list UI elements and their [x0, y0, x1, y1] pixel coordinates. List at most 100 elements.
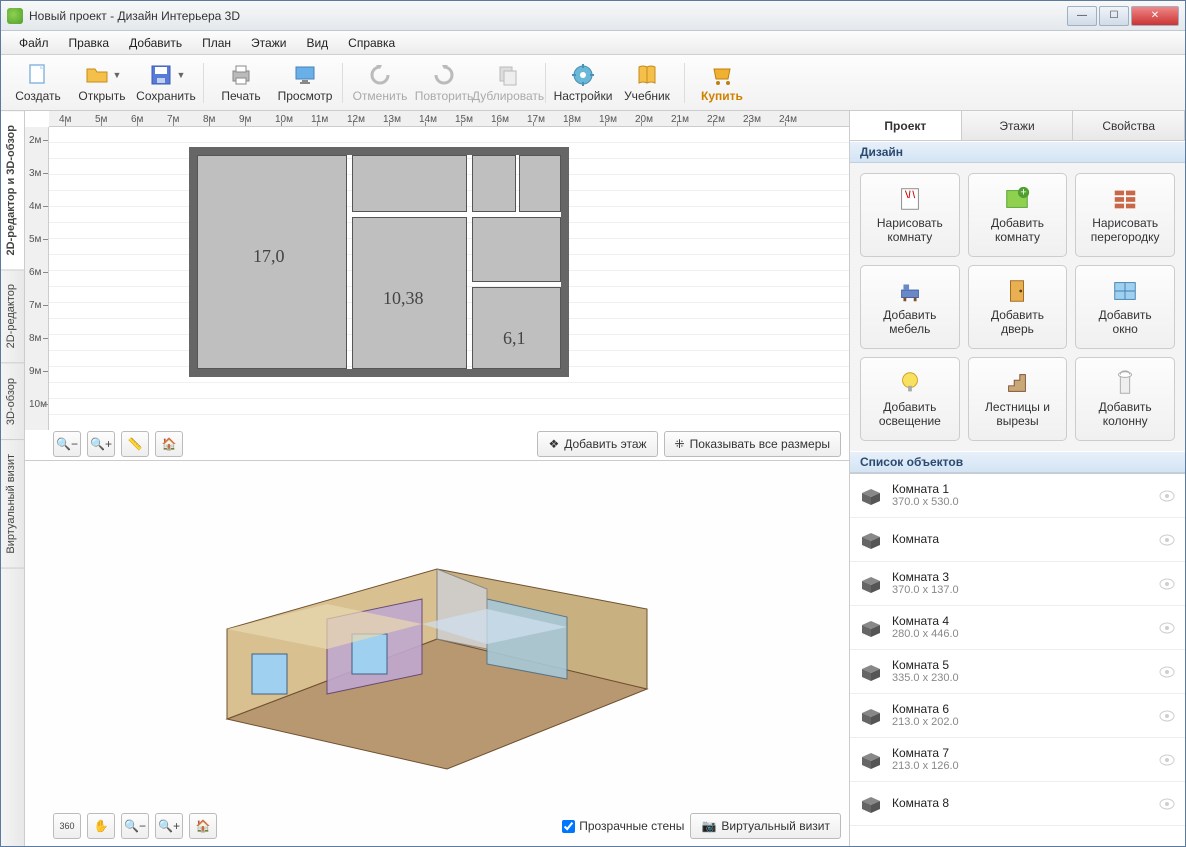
object-row[interactable]: Комната — [850, 518, 1185, 562]
object-list[interactable]: Комната 1370.0 x 530.0КомнатаКомната 337… — [850, 473, 1185, 846]
open-button[interactable]: ▼ Открыть — [71, 58, 133, 108]
vtab-virtual[interactable]: Виртуальный визит — [1, 440, 24, 569]
room-3[interactable]: 6,1 — [472, 287, 561, 369]
menubar: Файл Правка Добавить План Этажи Вид Спра… — [1, 31, 1185, 55]
visibility-icon[interactable] — [1159, 534, 1175, 546]
design-button-6[interactable]: Добавитьосвещение — [860, 357, 960, 441]
minimize-button[interactable]: — — [1067, 6, 1097, 26]
panel-tabs: Проект Этажи Свойства — [850, 111, 1185, 141]
pane-2d[interactable]: 4м5м6м7м8м9м10м11м12м13м14м15м16м17м18м1… — [25, 111, 849, 461]
design-icon — [1002, 277, 1032, 305]
design-button-0[interactable]: Нарисоватькомнату — [860, 173, 960, 257]
wall[interactable] — [189, 369, 569, 377]
small-room-c[interactable] — [472, 217, 561, 282]
wall[interactable] — [561, 147, 569, 377]
undo-button[interactable]: Отменить — [349, 58, 411, 108]
menu-floors[interactable]: Этажи — [241, 33, 296, 53]
small-room-b[interactable] — [519, 155, 561, 212]
toolbar-2d: 🔍− 🔍+ 📏 🏠 ❖ Добавить этаж ⁜ Показывать в… — [49, 430, 845, 458]
design-button-3[interactable]: Добавитьмебель — [860, 265, 960, 349]
new-file-icon — [24, 63, 52, 87]
object-row[interactable]: Комната 4280.0 x 446.0 — [850, 606, 1185, 650]
floor-plan: 17,0 10,38 6,1 — [189, 147, 569, 377]
virtual-visit-button[interactable]: 📷 Виртуальный визит — [690, 813, 841, 839]
center-area: 4м5м6м7м8м9м10м11м12м13м14м15м16м17м18м1… — [25, 111, 849, 846]
tutorial-button[interactable]: Учебник — [616, 58, 678, 108]
room-2[interactable]: 10,38 — [352, 217, 467, 369]
design-button-4[interactable]: Добавитьдверь — [968, 265, 1068, 349]
menu-help[interactable]: Справка — [338, 33, 405, 53]
zoom-out-button[interactable]: 🔍− — [53, 431, 81, 457]
maximize-button[interactable]: ☐ — [1099, 6, 1129, 26]
show-dimensions-button[interactable]: ⁜ Показывать все размеры — [664, 431, 841, 457]
rotate-360-button[interactable]: 360 — [53, 813, 81, 839]
print-button[interactable]: Печать — [210, 58, 272, 108]
visibility-icon[interactable] — [1159, 798, 1175, 810]
visibility-icon[interactable] — [1159, 666, 1175, 678]
window-title: Новый проект - Дизайн Интерьера 3D — [29, 9, 1067, 23]
design-icon — [1002, 369, 1032, 397]
preview-button[interactable]: Просмотр — [274, 58, 336, 108]
menu-view[interactable]: Вид — [296, 33, 338, 53]
vtab-2d-3d[interactable]: 2D-редактор и 3D-обзор — [1, 111, 24, 270]
duplicate-button[interactable]: Дублировать — [477, 58, 539, 108]
home-button[interactable]: 🏠 — [155, 431, 183, 457]
menu-file[interactable]: Файл — [9, 33, 59, 53]
settings-button[interactable]: Настройки — [552, 58, 614, 108]
buy-button[interactable]: Купить — [691, 58, 753, 108]
visibility-icon[interactable] — [1159, 490, 1175, 502]
vtab-3d[interactable]: 3D-обзор — [1, 364, 24, 440]
visibility-icon[interactable] — [1159, 710, 1175, 722]
pan-button[interactable]: ✋ — [87, 813, 115, 839]
room-hall[interactable] — [352, 155, 467, 212]
tab-floors[interactable]: Этажи — [962, 111, 1074, 140]
room-1[interactable]: 17,0 — [197, 155, 347, 369]
home-3d-button[interactable]: 🏠 — [189, 813, 217, 839]
left-tabs: 2D-редактор и 3D-обзор 2D-редактор 3D-об… — [1, 111, 25, 846]
design-button-2[interactable]: Нарисоватьперегородку — [1075, 173, 1175, 257]
visibility-icon[interactable] — [1159, 578, 1175, 590]
save-button[interactable]: ▼ Сохранить — [135, 58, 197, 108]
cube-icon — [860, 751, 882, 769]
view-3d[interactable] — [85, 471, 789, 806]
cube-icon — [860, 487, 882, 505]
undo-icon — [366, 63, 394, 87]
object-row[interactable]: Комната 6213.0 x 202.0 — [850, 694, 1185, 738]
ruler-button[interactable]: 📏 — [121, 431, 149, 457]
design-button-7[interactable]: Лестницы ивырезы — [968, 357, 1068, 441]
object-row[interactable]: Комната 5335.0 x 230.0 — [850, 650, 1185, 694]
object-row[interactable]: Комната 8 — [850, 782, 1185, 826]
tab-properties[interactable]: Свойства — [1073, 111, 1185, 140]
design-button-1[interactable]: +Добавитькомнату — [968, 173, 1068, 257]
menu-edit[interactable]: Правка — [59, 33, 120, 53]
small-room-a[interactable] — [472, 155, 516, 212]
close-button[interactable]: ✕ — [1131, 6, 1179, 26]
transparent-walls-input[interactable] — [562, 820, 575, 833]
layers-icon: ❖ — [548, 437, 559, 451]
tab-project[interactable]: Проект — [850, 111, 962, 140]
home-icon: 🏠 — [196, 819, 211, 833]
object-row[interactable]: Комната 1370.0 x 530.0 — [850, 474, 1185, 518]
wall[interactable] — [189, 147, 197, 377]
canvas-2d[interactable]: 17,0 10,38 6,1 — [49, 127, 849, 430]
zoom-out-3d-button[interactable]: 🔍− — [121, 813, 149, 839]
zoom-in-3d-button[interactable]: 🔍+ — [155, 813, 183, 839]
toolbar: Создать ▼ Открыть ▼ Сохранить Печать Про… — [1, 55, 1185, 111]
menu-plan[interactable]: План — [192, 33, 241, 53]
wall[interactable] — [189, 147, 569, 155]
transparent-walls-checkbox[interactable]: Прозрачные стены — [562, 819, 684, 833]
visibility-icon[interactable] — [1159, 754, 1175, 766]
vtab-2d[interactable]: 2D-редактор — [1, 270, 24, 363]
object-row[interactable]: Комната 7213.0 x 126.0 — [850, 738, 1185, 782]
add-floor-button[interactable]: ❖ Добавить этаж — [537, 431, 657, 457]
redo-button[interactable]: Повторить — [413, 58, 475, 108]
design-button-8[interactable]: Добавитьколонну — [1075, 357, 1175, 441]
create-button[interactable]: Создать — [7, 58, 69, 108]
design-icon: + — [1002, 185, 1032, 213]
zoom-in-button[interactable]: 🔍+ — [87, 431, 115, 457]
design-button-5[interactable]: Добавитьокно — [1075, 265, 1175, 349]
visibility-icon[interactable] — [1159, 622, 1175, 634]
menu-add[interactable]: Добавить — [119, 33, 192, 53]
object-row[interactable]: Комната 3370.0 x 137.0 — [850, 562, 1185, 606]
pane-3d[interactable]: 360 ✋ 🔍− 🔍+ 🏠 Прозрачные стены 📷 Виртуал… — [25, 461, 849, 846]
